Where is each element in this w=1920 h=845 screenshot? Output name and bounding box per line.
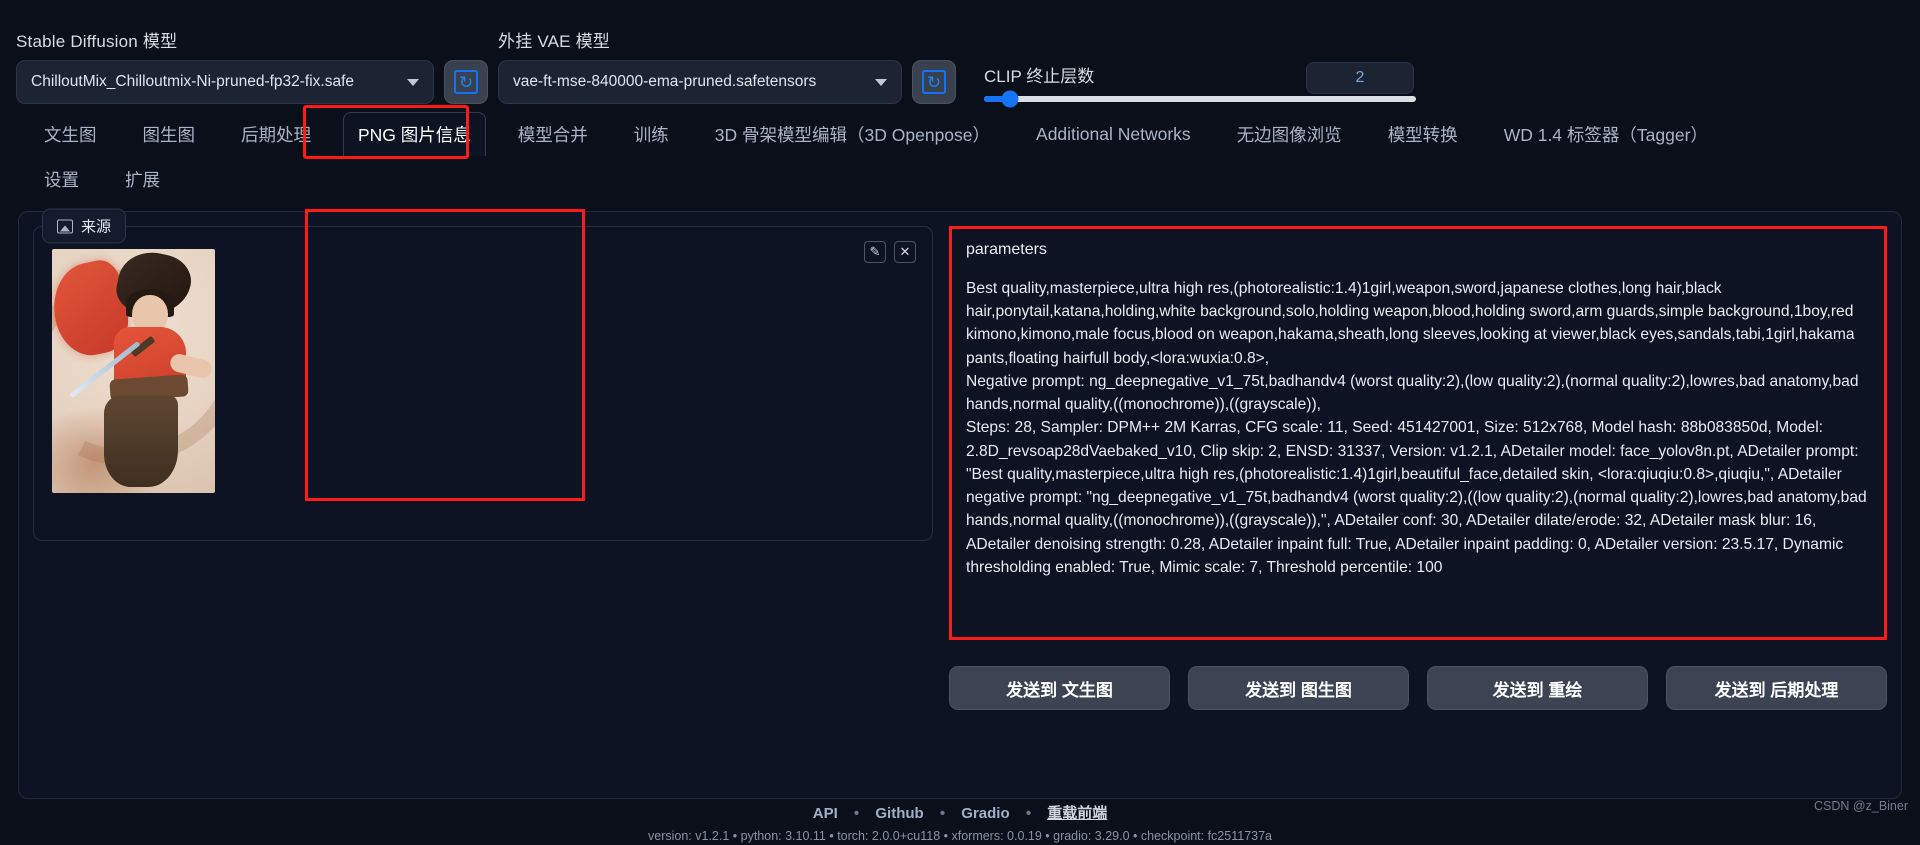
refresh-sd-model-button[interactable]: ↻ xyxy=(444,60,488,104)
refresh-vae-model-button[interactable]: ↻ xyxy=(912,60,956,104)
sd-model-select[interactable]: ChilloutMix_Chilloutmix-Ni-pruned-fp32-f… xyxy=(16,60,434,104)
tab-7[interactable]: Additional Networks xyxy=(1022,115,1205,154)
footer-separator: • xyxy=(853,805,860,822)
sd-model-label: Stable Diffusion 模型 xyxy=(16,32,178,51)
send-to-extras-button[interactable]: 发送到 后期处理 xyxy=(1666,666,1887,710)
source-tab-label: 来源 xyxy=(81,218,112,236)
send-to-buttons: 发送到 文生图 发送到 图生图 发送到 重绘 发送到 后期处理 xyxy=(949,666,1887,710)
clip-skip-slider-row xyxy=(984,90,1904,108)
edit-image-button[interactable]: ✎ xyxy=(864,241,886,263)
parameters-output[interactable]: parameters Best quality,masterpiece,ultr… xyxy=(949,226,1887,640)
parameters-title: parameters xyxy=(966,241,1047,258)
tab-8[interactable]: 无边图像浏览 xyxy=(1223,113,1356,156)
send-to-inpaint-button[interactable]: 发送到 重绘 xyxy=(1427,666,1648,710)
source-column: 来源 ✎ ✕ xyxy=(33,208,933,784)
tab-9[interactable]: 模型转换 xyxy=(1374,113,1472,156)
footer-links: API • Github • Gradio • 重载前端 xyxy=(0,802,1920,823)
footer-version-info: version: v1.2.1 • python: 3.10.11 • torc… xyxy=(648,829,1272,843)
clip-skip-value-input[interactable]: 2 xyxy=(1306,62,1414,94)
parameters-text: Best quality,masterpiece,ultra high res,… xyxy=(966,280,1867,576)
vae-model-label: 外挂 VAE 模型 xyxy=(498,32,611,51)
chevron-down-icon xyxy=(407,78,419,86)
png-info-panel: 来源 ✎ ✕ parameters Best quality,masterpie… xyxy=(18,208,1902,799)
model-topbar: Stable Diffusion 模型 ChilloutMix_Chillout… xyxy=(0,0,1920,108)
vae-model-value: vae-ft-mse-840000-ema-pruned.safetensors xyxy=(513,73,817,90)
footer-link-reload-ui[interactable]: 重载前端 xyxy=(1047,805,1107,822)
vae-model-field: 外挂 VAE 模型 vae-ft-mse-840000-ema-pruned.s… xyxy=(498,27,902,104)
footer-separator: • xyxy=(1025,805,1032,822)
tab-10[interactable]: WD 1.4 标签器（Tagger） xyxy=(1490,113,1722,156)
tab-6[interactable]: 3D 骨架模型编辑（3D Openpose） xyxy=(701,113,1004,156)
sd-model-field: Stable Diffusion 模型 ChilloutMix_Chillout… xyxy=(16,27,434,104)
tab-2[interactable]: 后期处理 xyxy=(227,113,325,156)
source-image-wrapper[interactable] xyxy=(52,249,215,493)
clip-skip-header: CLIP 终止层数 2 xyxy=(984,62,1904,96)
sd-model-value: ChilloutMix_Chilloutmix-Ni-pruned-fp32-f… xyxy=(31,73,355,90)
image-deco-legs xyxy=(104,395,178,487)
tab-1[interactable]: 图生图 xyxy=(129,113,210,156)
chevron-down-icon xyxy=(875,78,887,86)
close-image-button[interactable]: ✕ xyxy=(894,241,916,263)
send-to-txt2img-button[interactable]: 发送到 文生图 xyxy=(949,666,1170,710)
footer-link-api[interactable]: API xyxy=(813,805,838,822)
refresh-icon: ↻ xyxy=(922,70,946,94)
footer-link-gradio[interactable]: Gradio xyxy=(961,805,1009,822)
refresh-icon: ↻ xyxy=(454,70,478,94)
footer: API • Github • Gradio • 重载前端 version: v1… xyxy=(0,802,1920,845)
tab-5[interactable]: 训练 xyxy=(620,113,683,156)
tab-0[interactable]: 文生图 xyxy=(30,113,111,156)
tab-row-primary: 文生图 图生图 后期处理 PNG 图片信息 模型合并 训练 3D 骨架模型编辑（3D Ope… xyxy=(30,112,1920,156)
footer-link-github[interactable]: Github xyxy=(875,805,923,822)
csdn-watermark: CSDN @z_Biner xyxy=(1814,799,1908,813)
clip-skip-label: CLIP 终止层数 xyxy=(984,67,1095,86)
tab-0[interactable]: 设置 xyxy=(30,158,93,201)
footer-separator: • xyxy=(939,805,946,822)
image-icon xyxy=(57,219,73,233)
send-to-img2img-button[interactable]: 发送到 图生图 xyxy=(1188,666,1409,710)
source-image-preview[interactable] xyxy=(52,249,215,493)
parameters-column: parameters Best quality,masterpiece,ultr… xyxy=(949,226,1887,784)
vae-model-select[interactable]: vae-ft-mse-840000-ema-pruned.safetensors xyxy=(498,60,902,104)
tab-1[interactable]: 扩展 xyxy=(111,158,174,201)
clip-skip-slider[interactable] xyxy=(984,90,1416,108)
tab-4[interactable]: 模型合并 xyxy=(504,113,602,156)
image-action-buttons: ✎ ✕ xyxy=(864,241,916,263)
source-dropzone[interactable]: 来源 ✎ ✕ xyxy=(33,208,933,541)
source-tab[interactable]: 来源 xyxy=(42,208,127,244)
app-root: Stable Diffusion 模型 ChilloutMix_Chillout… xyxy=(0,0,1920,845)
tab-row-secondary: 设置 扩展 xyxy=(30,158,1920,201)
clip-skip-field: CLIP 终止层数 2 xyxy=(966,62,1904,108)
tab-3[interactable]: PNG 图片信息 xyxy=(343,112,486,156)
main-tabs: 文生图 图生图 后期处理 PNG 图片信息 模型合并 训练 3D 骨架模型编辑（3D Ope… xyxy=(0,104,1920,201)
